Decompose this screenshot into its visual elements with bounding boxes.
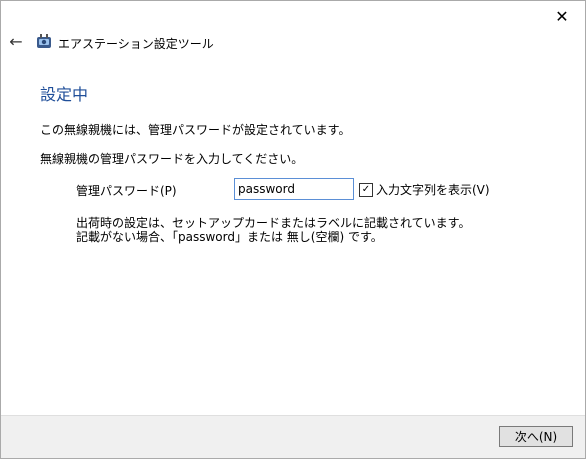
next-button[interactable]: 次へ(N) [499,426,573,447]
checkbox-checked-icon[interactable]: ✓ [359,182,373,197]
footer-bar: 次へ(N) [1,415,585,458]
enter-password-instruction: 無線親機の管理パスワードを入力してください。 [40,152,304,166]
show-characters-checkbox[interactable]: ✓ 入力文字列を表示(V) [359,181,490,198]
password-input[interactable] [234,178,354,200]
window-title: エアステーション設定ツール [58,37,214,51]
show-characters-label: 入力文字列を表示(V) [376,183,490,197]
back-button[interactable]: ← [7,31,25,51]
password-set-message: この無線親機には、管理パスワードが設定されています。 [40,123,351,137]
page-heading: 設定中 [40,85,89,104]
setup-tool-window: ✕ ← エアステーション設定ツール 設定中 この無線親機には、管理パスワードが設… [0,0,586,459]
close-button[interactable]: ✕ [539,1,585,31]
close-icon: ✕ [555,6,569,26]
back-arrow-icon: ← [9,31,23,51]
default-password-note-2: 記載がない場合、「password」または 無し(空欄) です。 [76,230,383,244]
airstation-app-icon [37,34,51,48]
password-label: 管理パスワード(P) [76,184,177,198]
